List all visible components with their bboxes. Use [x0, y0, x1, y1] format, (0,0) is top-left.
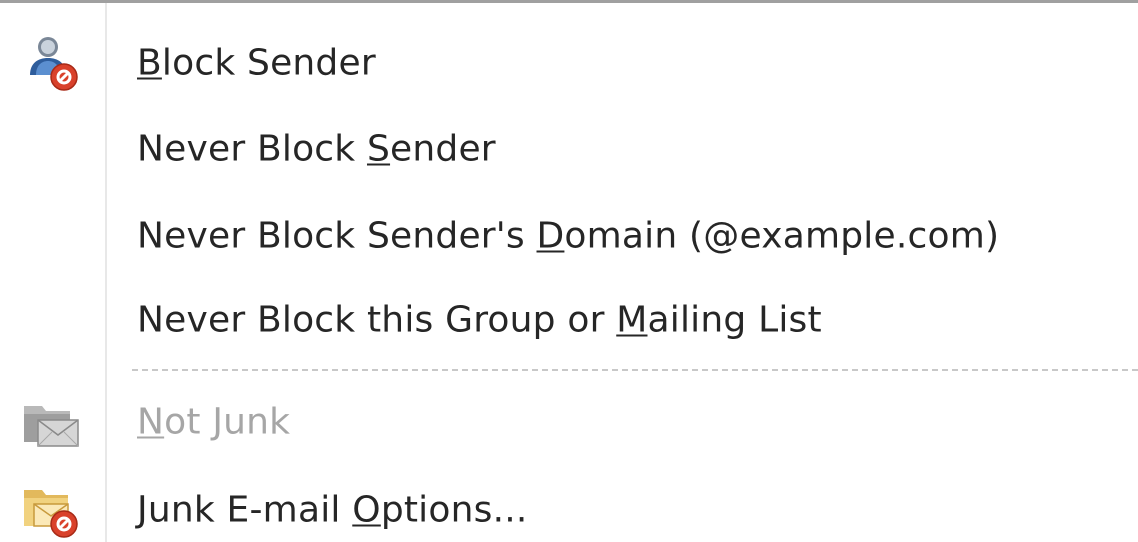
menu-item-never-block-group[interactable]: Never Block this Group or Mailing List: [0, 277, 1138, 363]
junk-context-menu: Block Sender Never Block Sender Never Bl…: [0, 0, 1138, 542]
junk-options-icon: [20, 480, 84, 540]
menu-item-block-sender[interactable]: Block Sender: [0, 20, 1138, 106]
not-junk-icon: [20, 392, 84, 452]
menu-item-label: Junk E-mail Options...: [137, 489, 528, 531]
menu-item-label: Never Block Sender: [137, 128, 496, 170]
menu-item-label: Not Junk: [137, 401, 291, 443]
menu-item-label: Never Block Sender's Domain (@example.co…: [137, 215, 1000, 257]
menu-item-never-block-domain[interactable]: Never Block Sender's Domain (@example.co…: [0, 193, 1138, 279]
menu-item-junk-options[interactable]: Junk E-mail Options...: [0, 467, 1138, 542]
block-sender-icon: [20, 33, 84, 93]
menu-item-not-junk[interactable]: Not Junk: [0, 379, 1138, 465]
menu-separator: [132, 369, 1138, 371]
menu-item-never-block-sender[interactable]: Never Block Sender: [0, 106, 1138, 192]
menu-item-label: Never Block this Group or Mailing List: [137, 299, 822, 341]
menu-item-label: Block Sender: [137, 42, 376, 84]
